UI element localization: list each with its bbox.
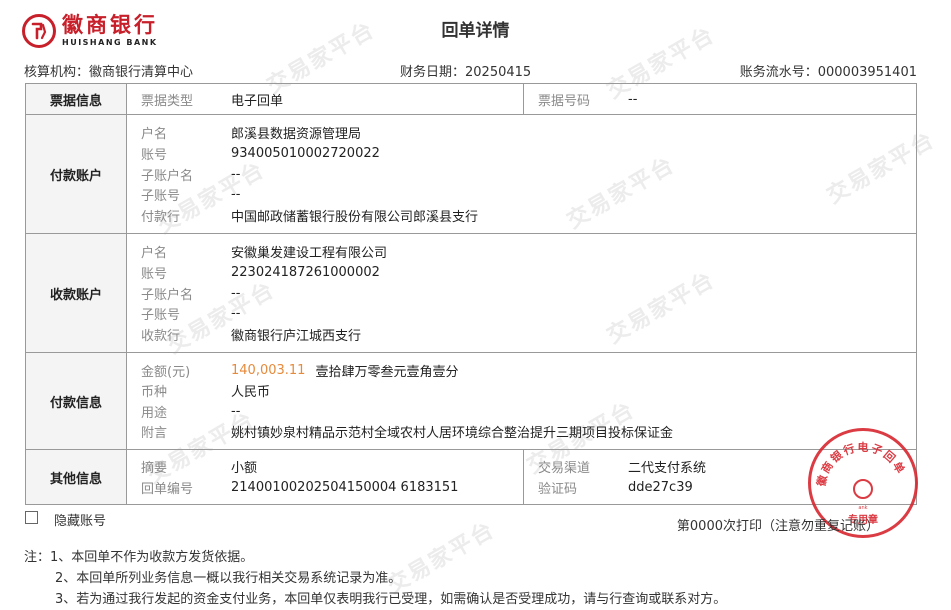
payee-subname-row: 子账户名 -- [141,285,241,303]
other-section-title: 其他信息 [25,449,127,505]
note-1: 注：1、本回单不作为收款方发货依据。 [24,550,254,565]
date-info: 财务日期：20250415 [400,61,531,80]
serial-label: 账务流水号： [739,65,818,80]
payee-subaccount-row: 子账号 -- [141,306,241,324]
receipt-no-row: 回单编号 21400100202504150004 6183151 [141,479,459,497]
payee-section-title: 收款账户 [25,233,127,353]
notes: 注：1、本回单不作为收款方发货依据。 2、本回单所列业务信息一概以我行相关交易系… [24,547,726,610]
receipt-table: 票据信息 票据类型 电子回单 票据号码 -- 付款账户 户名 郎溪县数据资源管理局… [25,83,917,505]
payer-account-row: 账号 934005010002720022 [141,145,380,163]
bill-section: 票据信息 票据类型 电子回单 票据号码 -- [25,83,917,115]
serial-info: 账务流水号：000003951401 [740,61,917,80]
other-section: 其他信息 摘要 小额 回单编号 21400100202504150004 61831… [25,449,917,505]
payer-subaccount-row: 子账号 -- [141,187,241,205]
payee-bank-row: 收款行 徽商银行庐江城西支行 [141,328,362,344]
svg-text:ank: ank [858,505,867,511]
date-label: 财务日期： [400,65,466,80]
payer-subname-row: 子账户名 -- [141,166,241,184]
bill-section-title: 票据信息 [25,83,127,115]
payer-section: 付款账户 户名 郎溪县数据资源管理局 账号 934005010002720022 子… [25,114,917,234]
svg-text:徽商银行电子回单: 徽商银行电子回单 [814,440,909,489]
print-info: 第0000次打印（注意勿重复记账） [676,519,879,534]
bill-no-label: 票据号码 [538,93,591,109]
summary-row: 摘要 小额 [141,461,258,477]
serial-value: 000003951401 [817,65,917,80]
org-label: 核算机构： [24,65,90,80]
amount-words: 壹拾肆万零叁元壹角壹分 [315,364,459,380]
currency-row: 币种 人民币 [141,385,271,401]
org-value: 徽商银行清算中心 [89,65,194,80]
payment-section: 付款信息 金额(元) 140,003.11 壹拾肆万零叁元壹角壹分 币种 人民币 用途… [25,352,917,450]
hide-account-checkbox[interactable] [25,511,38,524]
payer-section-title: 付款账户 [25,114,127,234]
bill-type-label: 票据类型 [141,93,194,109]
org-info: 核算机构：徽商银行清算中心 [24,61,193,80]
page-title: 回单详情 [441,21,510,41]
note-2: 2、本回单所列业务信息一概以我行相关交易系统记录为准。 [55,571,402,586]
bill-type-value: 电子回单 [231,93,284,109]
hide-account-label[interactable]: 隐藏账号 [54,510,106,529]
payee-section: 收款账户 户名 安徽巢发建设工程有限公司 账号 223024187261000002… [25,233,917,353]
payer-bank-row: 付款行 中国邮政储蓄银行股份有限公司郎溪县支行 [141,209,479,225]
amount-row: 金额(元) 140,003.11 壹拾肆万零叁元壹角壹分 [141,362,459,380]
amount-value: 140,003.11 [231,362,306,378]
payee-account-row: 账号 223024187261000002 [141,264,380,282]
payer-name-row: 户名 郎溪县数据资源管理局 [141,127,362,143]
payment-section-title: 付款信息 [25,352,127,450]
remark-row: 附言 姚村镇妙泉村精品示范村全域农村人居环境综合整治提升三期项目投标保证金 [141,426,674,442]
bill-no-value: -- [628,91,638,107]
date-value: 20250415 [465,65,532,80]
payee-name-row: 户名 安徽巢发建设工程有限公司 [141,246,388,262]
usage-row: 用途 -- [141,403,241,421]
